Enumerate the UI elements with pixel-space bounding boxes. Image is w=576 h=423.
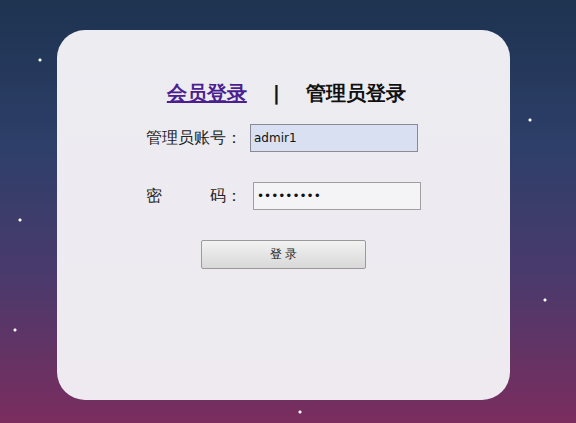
login-page: 会员登录 | 管理员登录管理员账号： 密 码： 登 录 bbox=[0, 0, 576, 423]
login-tabs: 会员登录 | 管理员登录 bbox=[57, 78, 510, 108]
login-tab[interactable]: 会员登录 bbox=[167, 80, 247, 107]
form-row: 密 码： bbox=[146, 182, 510, 210]
button-row: 登 录 bbox=[57, 240, 510, 269]
login-button[interactable]: 登 录 bbox=[201, 240, 366, 269]
form-row: 管理员账号： bbox=[146, 124, 510, 152]
login-card: 会员登录 | 管理员登录管理员账号： 密 码： 登 录 bbox=[57, 30, 510, 400]
tab-separator: | bbox=[273, 81, 280, 105]
login-form: 管理员账号： 密 码： bbox=[57, 124, 510, 210]
field-label: 密 码： bbox=[146, 186, 242, 207]
text-field[interactable] bbox=[250, 124, 418, 152]
login-tab[interactable]: 管理员登录 bbox=[306, 80, 406, 107]
text-field[interactable] bbox=[253, 182, 421, 210]
field-label: 管理员账号： bbox=[146, 128, 242, 149]
